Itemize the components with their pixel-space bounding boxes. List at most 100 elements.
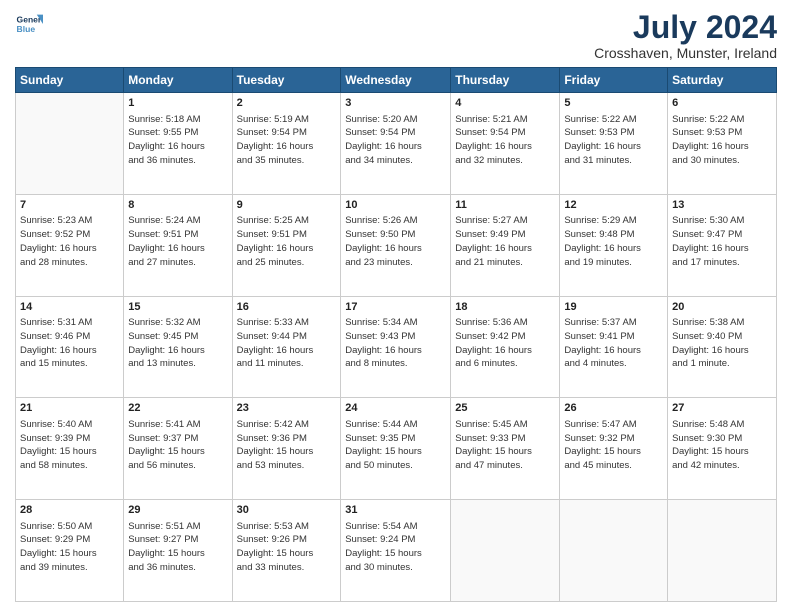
calendar-week-row: 28 Sunrise: 5:50 AM Sunset: 9:29 PM Dayli…: [16, 500, 777, 602]
table-row: 3 Sunrise: 5:20 AM Sunset: 9:54 PM Daylig…: [341, 93, 451, 195]
table-row: 17Sunrise: 5:34 AM Sunset: 9:43 PM Dayli…: [341, 296, 451, 398]
day-info: Sunrise: 5:40 AM Sunset: 9:39 PM Dayligh…: [20, 418, 119, 473]
day-number: 17: [345, 300, 446, 315]
table-row: 2 Sunrise: 5:19 AM Sunset: 9:54 PM Daylig…: [232, 93, 341, 195]
day-info: Sunrise: 5:41 AM Sunset: 9:37 PM Dayligh…: [128, 418, 227, 473]
day-info: Sunrise: 5:36 AM Sunset: 9:42 PM Dayligh…: [455, 316, 555, 371]
table-row: 13Sunrise: 5:30 AM Sunset: 9:47 PM Dayli…: [668, 194, 777, 296]
day-info: Sunrise: 5:50 AM Sunset: 9:29 PM Dayligh…: [20, 520, 119, 575]
table-row: 8Sunrise: 5:24 AM Sunset: 9:51 PM Daylig…: [124, 194, 232, 296]
table-row: 23 Sunrise: 5:42 AM Sunset: 9:36 PM Dayli…: [232, 398, 341, 500]
day-info: Sunrise: 5:19 AM Sunset: 9:54 PM Dayligh…: [237, 113, 337, 168]
day-number: 29: [128, 503, 227, 518]
day-number: 25: [455, 401, 555, 416]
day-info: Sunrise: 5:53 AM Sunset: 9:26 PM Dayligh…: [237, 520, 337, 575]
day-number: 5: [564, 96, 663, 111]
table-row: 27 Sunrise: 5:48 AM Sunset: 9:30 PM Dayli…: [668, 398, 777, 500]
day-info: Sunrise: 5:44 AM Sunset: 9:35 PM Dayligh…: [345, 418, 446, 473]
day-number: 28: [20, 503, 119, 518]
table-row: 9Sunrise: 5:25 AM Sunset: 9:51 PM Daylig…: [232, 194, 341, 296]
day-info: Sunrise: 5:34 AM Sunset: 9:43 PM Dayligh…: [345, 316, 446, 371]
day-info: Sunrise: 5:45 AM Sunset: 9:33 PM Dayligh…: [455, 418, 555, 473]
day-info: Sunrise: 5:33 AM Sunset: 9:44 PM Dayligh…: [237, 316, 337, 371]
day-info: Sunrise: 5:26 AM Sunset: 9:50 PM Dayligh…: [345, 214, 446, 269]
day-number: 18: [455, 300, 555, 315]
table-row: 19Sunrise: 5:37 AM Sunset: 9:41 PM Dayli…: [560, 296, 668, 398]
day-number: 27: [672, 401, 772, 416]
day-number: 19: [564, 300, 663, 315]
day-info: Sunrise: 5:42 AM Sunset: 9:36 PM Dayligh…: [237, 418, 337, 473]
day-info: Sunrise: 5:31 AM Sunset: 9:46 PM Dayligh…: [20, 316, 119, 371]
table-row: 4Sunrise: 5:21 AM Sunset: 9:54 PM Daylig…: [451, 93, 560, 195]
day-info: Sunrise: 5:32 AM Sunset: 9:45 PM Dayligh…: [128, 316, 227, 371]
table-row: 29Sunrise: 5:51 AM Sunset: 9:27 PM Dayli…: [124, 500, 232, 602]
table-row: 31 Sunrise: 5:54 AM Sunset: 9:24 PM Dayli…: [341, 500, 451, 602]
day-info: Sunrise: 5:29 AM Sunset: 9:48 PM Dayligh…: [564, 214, 663, 269]
day-number: 24: [345, 401, 446, 416]
title-section: July 2024 Crosshaven, Munster, Ireland: [594, 10, 777, 61]
day-info: Sunrise: 5:30 AM Sunset: 9:47 PM Dayligh…: [672, 214, 772, 269]
table-row: [668, 500, 777, 602]
day-number: 12: [564, 198, 663, 213]
table-row: 15Sunrise: 5:32 AM Sunset: 9:45 PM Dayli…: [124, 296, 232, 398]
calendar-week-row: 14Sunrise: 5:31 AM Sunset: 9:46 PM Dayli…: [16, 296, 777, 398]
calendar-week-row: 1Sunrise: 5:18 AM Sunset: 9:55 PM Daylig…: [16, 93, 777, 195]
day-number: 1: [128, 96, 227, 111]
col-tuesday: Tuesday: [232, 68, 341, 93]
page-header: General Blue July 2024 Crosshaven, Munst…: [15, 10, 777, 61]
calendar-week-row: 7Sunrise: 5:23 AM Sunset: 9:52 PM Daylig…: [16, 194, 777, 296]
day-info: Sunrise: 5:21 AM Sunset: 9:54 PM Dayligh…: [455, 113, 555, 168]
table-row: 21 Sunrise: 5:40 AM Sunset: 9:39 PM Dayli…: [16, 398, 124, 500]
day-number: 2: [237, 96, 337, 111]
day-number: 14: [20, 300, 119, 315]
day-number: 26: [564, 401, 663, 416]
day-number: 30: [237, 503, 337, 518]
col-friday: Friday: [560, 68, 668, 93]
table-row: 25 Sunrise: 5:45 AM Sunset: 9:33 PM Dayli…: [451, 398, 560, 500]
day-number: 6: [672, 96, 772, 111]
table-row: 14Sunrise: 5:31 AM Sunset: 9:46 PM Dayli…: [16, 296, 124, 398]
table-row: 22 Sunrise: 5:41 AM Sunset: 9:37 PM Dayli…: [124, 398, 232, 500]
table-row: [451, 500, 560, 602]
day-number: 15: [128, 300, 227, 315]
day-info: Sunrise: 5:54 AM Sunset: 9:24 PM Dayligh…: [345, 520, 446, 575]
day-info: Sunrise: 5:24 AM Sunset: 9:51 PM Dayligh…: [128, 214, 227, 269]
day-info: Sunrise: 5:20 AM Sunset: 9:54 PM Dayligh…: [345, 113, 446, 168]
table-row: 18Sunrise: 5:36 AM Sunset: 9:42 PM Dayli…: [451, 296, 560, 398]
day-number: 13: [672, 198, 772, 213]
col-sunday: Sunday: [16, 68, 124, 93]
col-thursday: Thursday: [451, 68, 560, 93]
day-info: Sunrise: 5:22 AM Sunset: 9:53 PM Dayligh…: [564, 113, 663, 168]
day-info: Sunrise: 5:22 AM Sunset: 9:53 PM Dayligh…: [672, 113, 772, 168]
day-info: Sunrise: 5:25 AM Sunset: 9:51 PM Dayligh…: [237, 214, 337, 269]
day-info: Sunrise: 5:48 AM Sunset: 9:30 PM Dayligh…: [672, 418, 772, 473]
day-number: 21: [20, 401, 119, 416]
col-saturday: Saturday: [668, 68, 777, 93]
table-row: 16Sunrise: 5:33 AM Sunset: 9:44 PM Dayli…: [232, 296, 341, 398]
day-number: 22: [128, 401, 227, 416]
day-number: 23: [237, 401, 337, 416]
table-row: 20Sunrise: 5:38 AM Sunset: 9:40 PM Dayli…: [668, 296, 777, 398]
col-wednesday: Wednesday: [341, 68, 451, 93]
day-number: 3: [345, 96, 446, 111]
table-row: 7Sunrise: 5:23 AM Sunset: 9:52 PM Daylig…: [16, 194, 124, 296]
svg-text:Blue: Blue: [17, 24, 36, 34]
table-row: 24 Sunrise: 5:44 AM Sunset: 9:35 PM Dayli…: [341, 398, 451, 500]
table-row: [16, 93, 124, 195]
table-row: 6 Sunrise: 5:22 AM Sunset: 9:53 PM Daylig…: [668, 93, 777, 195]
table-row: 10Sunrise: 5:26 AM Sunset: 9:50 PM Dayli…: [341, 194, 451, 296]
day-number: 20: [672, 300, 772, 315]
calendar-header-row: Sunday Monday Tuesday Wednesday Thursday…: [16, 68, 777, 93]
day-info: Sunrise: 5:27 AM Sunset: 9:49 PM Dayligh…: [455, 214, 555, 269]
table-row: 30 Sunrise: 5:53 AM Sunset: 9:26 PM Dayli…: [232, 500, 341, 602]
main-title: July 2024: [594, 10, 777, 45]
day-info: Sunrise: 5:38 AM Sunset: 9:40 PM Dayligh…: [672, 316, 772, 371]
table-row: 1Sunrise: 5:18 AM Sunset: 9:55 PM Daylig…: [124, 93, 232, 195]
table-row: 11Sunrise: 5:27 AM Sunset: 9:49 PM Dayli…: [451, 194, 560, 296]
logo-icon: General Blue: [15, 10, 43, 38]
table-row: [560, 500, 668, 602]
day-number: 31: [345, 503, 446, 518]
calendar-table: Sunday Monday Tuesday Wednesday Thursday…: [15, 67, 777, 602]
day-number: 16: [237, 300, 337, 315]
day-info: Sunrise: 5:47 AM Sunset: 9:32 PM Dayligh…: [564, 418, 663, 473]
